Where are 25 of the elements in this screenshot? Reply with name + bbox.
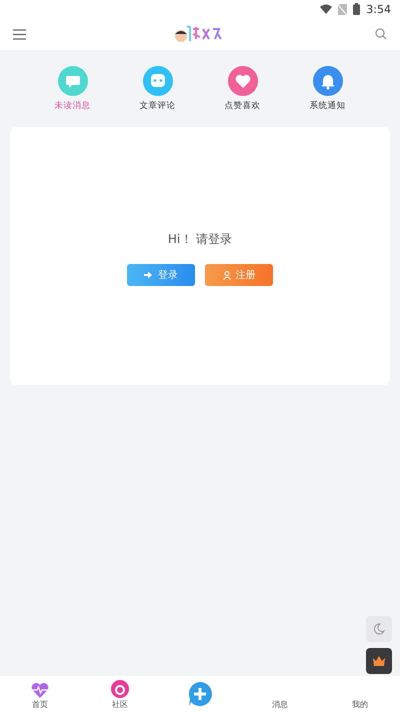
user-icon — [222, 270, 230, 280]
shortcut-label[interactable]: 点赞喜欢 — [224, 100, 260, 112]
chat-bubble-icon[interactable] — [142, 66, 172, 96]
battery-icon — [353, 3, 360, 15]
nav-label[interactable]: 社区 — [112, 699, 128, 710]
heart-pulse-icon[interactable] — [31, 682, 49, 698]
wifi-icon — [320, 4, 332, 14]
crown-icon — [373, 656, 385, 666]
shortcut-label[interactable]: 文章评论 — [140, 100, 176, 112]
nav-label[interactable]: 消息 — [272, 699, 288, 710]
menu-icon[interactable] — [13, 28, 26, 40]
sign-in-icon — [144, 271, 153, 279]
dark-mode-button[interactable] — [366, 616, 392, 642]
no-sim-icon — [338, 4, 348, 14]
ring-icon[interactable] — [111, 680, 129, 698]
shortcut-label[interactable]: 系统通知 — [310, 100, 346, 112]
search-icon[interactable] — [375, 28, 387, 40]
bell-icon[interactable] — [312, 66, 342, 96]
nav-label[interactable]: 我的 — [352, 699, 368, 710]
login-prompt: Hi！ 请登录 — [168, 231, 232, 248]
moon-icon — [373, 623, 385, 635]
nav-label[interactable]: 首页 — [32, 699, 48, 710]
crown-button[interactable] — [366, 648, 392, 674]
status-time: 3:54 — [366, 2, 391, 16]
plus-bubble-icon[interactable] — [188, 682, 212, 706]
